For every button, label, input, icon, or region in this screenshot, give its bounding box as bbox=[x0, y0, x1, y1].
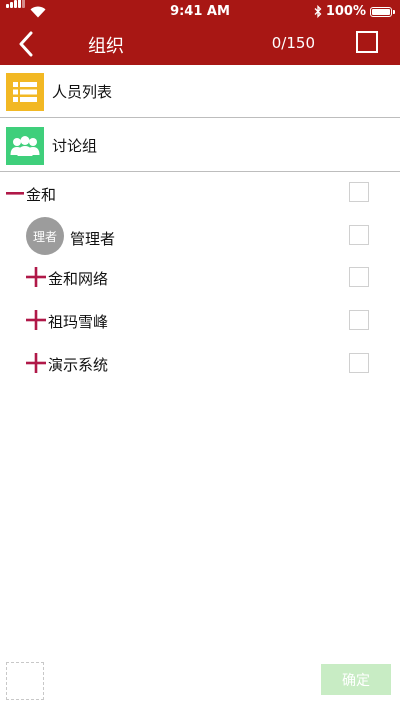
node-checkbox[interactable] bbox=[349, 353, 369, 373]
list-icon bbox=[6, 73, 44, 111]
tree-node-label: 演示系统 bbox=[48, 356, 109, 374]
menu-item-label: 人员列表 bbox=[52, 83, 113, 101]
tree-node-demo-system[interactable]: 演示系统 bbox=[0, 343, 400, 383]
node-checkbox[interactable] bbox=[349, 310, 369, 330]
tree-node-jinhe[interactable]: 金和 bbox=[0, 173, 400, 213]
confirm-button[interactable]: 确定 bbox=[321, 664, 391, 695]
tree-node-admin[interactable]: 理者 管理者 bbox=[0, 214, 400, 258]
selected-avatar-placeholder bbox=[6, 662, 44, 700]
back-button[interactable] bbox=[12, 28, 40, 60]
tree-node-label: 金和 bbox=[26, 186, 57, 204]
node-checkbox[interactable] bbox=[349, 267, 369, 287]
header-bar: 9:41 AM 100% 组织 0/150 bbox=[0, 0, 400, 65]
avatar: 理者 bbox=[26, 217, 64, 255]
status-bar: 9:41 AM 100% bbox=[0, 0, 400, 22]
battery-icon bbox=[370, 6, 395, 17]
plus-icon bbox=[26, 353, 46, 373]
page-title: 组织 bbox=[88, 36, 124, 57]
node-checkbox[interactable] bbox=[349, 225, 369, 245]
menu-item-label: 讨论组 bbox=[52, 137, 98, 155]
menu-item-discussion-group[interactable]: 讨论组 bbox=[0, 120, 400, 172]
tree-node-label: 管理者 bbox=[70, 230, 116, 248]
selection-count: 0/150 bbox=[271, 34, 315, 52]
tree-node-label: 金和网络 bbox=[48, 270, 109, 288]
bluetooth-icon bbox=[314, 5, 322, 18]
plus-icon bbox=[26, 310, 46, 330]
select-all-checkbox[interactable] bbox=[356, 31, 378, 53]
menu-item-people-list[interactable]: 人员列表 bbox=[0, 66, 400, 118]
tree-node-zuma-xuefeng[interactable]: 祖玛雪峰 bbox=[0, 300, 400, 340]
plus-icon bbox=[26, 267, 46, 287]
group-icon bbox=[6, 127, 44, 165]
chevron-left-icon bbox=[19, 31, 33, 57]
node-checkbox[interactable] bbox=[349, 182, 369, 202]
minus-icon bbox=[6, 192, 24, 195]
tree-node-jinhe-network[interactable]: 金和网络 bbox=[0, 257, 400, 297]
tree-node-label: 祖玛雪峰 bbox=[48, 313, 109, 331]
battery-percent: 100% bbox=[325, 4, 366, 19]
